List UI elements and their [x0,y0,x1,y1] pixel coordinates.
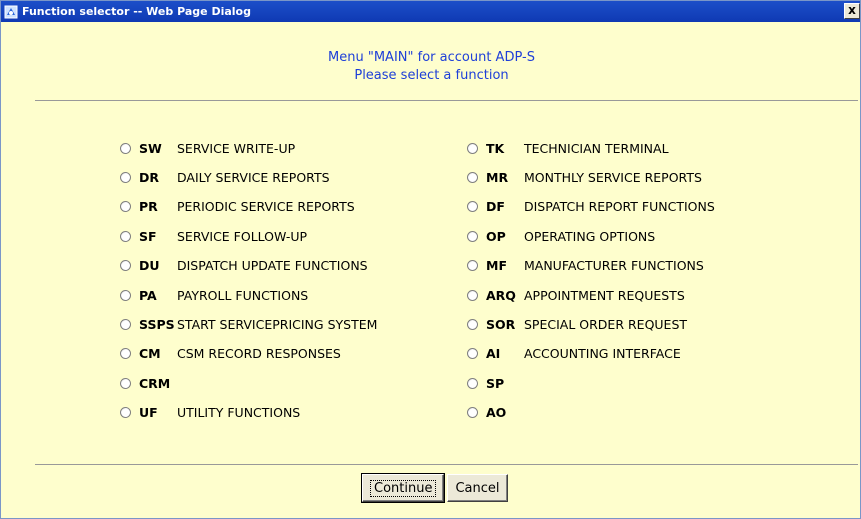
function-code: PR [139,199,158,215]
ie-page-icon [4,5,18,18]
function-label: START SERVICEPRICING SYSTEM [177,316,378,332]
function-label: SERVICE FOLLOW-UP [177,228,308,244]
function-label: SERVICE WRITE-UP [177,140,296,156]
function-code: MF [486,258,507,274]
menu-instruction: Please select a function [354,68,509,83]
function-option-tk[interactable]: TK TECHNICIAN TERMINAL [467,138,669,158]
function-option-arq[interactable]: ARQ APPOINTMENT REQUESTS [467,285,685,305]
radio-button[interactable] [467,348,478,360]
function-label: MONTHLY SERVICE REPORTS [524,169,702,185]
radio-button[interactable] [467,171,478,183]
function-code: CRM [139,375,171,391]
radio-button[interactable] [467,377,478,389]
radio-button[interactable] [120,348,131,360]
function-code: OP [486,228,506,244]
function-code: TK [486,140,505,156]
function-label: MANUFACTURER FUNCTIONS [524,258,704,274]
function-code: SOR [486,316,516,332]
function-option-op[interactable]: OP OPERATING OPTIONS [467,226,655,246]
continue-button-label: Continue [370,479,437,497]
function-label: SPECIAL ORDER REQUEST [524,316,688,332]
menu-header: Menu "MAIN" for account ADP-S Please sel… [1,49,860,85]
radio-button[interactable] [120,377,131,389]
top-divider [35,100,858,101]
radio-button[interactable] [467,289,478,301]
function-label: CSM RECORD RESPONSES [177,346,341,362]
function-code: UF [139,405,158,421]
close-button[interactable]: x [844,3,860,19]
function-option-ai[interactable]: AI ACCOUNTING INTERFACE [467,344,681,364]
function-option-mr[interactable]: MR MONTHLY SERVICE REPORTS [467,167,702,187]
function-option-pa[interactable]: PA PAYROLL FUNCTIONS [120,285,308,305]
function-option-dr[interactable]: DR DAILY SERVICE REPORTS [120,167,330,187]
bottom-divider [35,464,858,465]
function-label: DAILY SERVICE REPORTS [177,169,330,185]
function-label: DISPATCH REPORT FUNCTIONS [524,199,715,215]
function-option-uf[interactable]: UF UTILITY FUNCTIONS [120,403,300,423]
function-option-sp[interactable]: SP [467,373,524,393]
close-icon: x [848,3,856,17]
function-code: PA [139,287,157,303]
radio-button[interactable] [467,201,478,213]
radio-button[interactable] [120,230,131,242]
window-title: Function selector -- Web Page Dialog [22,5,251,18]
dialog-window: Function selector -- Web Page Dialog x M… [0,0,861,519]
radio-button[interactable] [120,142,131,154]
cancel-button[interactable]: Cancel [447,474,508,502]
radio-button[interactable] [120,171,131,183]
function-code: SSPS [139,316,175,332]
radio-button[interactable] [120,201,131,213]
radio-button[interactable] [120,260,131,272]
radio-button[interactable] [467,318,478,330]
function-code: DU [139,258,160,274]
function-option-ao[interactable]: AO [467,403,524,423]
function-label: ACCOUNTING INTERFACE [524,346,681,362]
function-option-sw[interactable]: SW SERVICE WRITE-UP [120,138,295,158]
function-code: DF [486,199,505,215]
function-code: CM [139,346,161,362]
function-label: APPOINTMENT REQUESTS [524,287,685,303]
radio-button[interactable] [120,407,131,419]
function-code: AO [486,405,507,421]
radio-button[interactable] [120,318,131,330]
function-label: PERIODIC SERVICE REPORTS [177,199,355,215]
radio-button[interactable] [467,260,478,272]
function-option-sor[interactable]: SOR SPECIAL ORDER REQUEST [467,314,687,334]
function-code: AI [486,346,501,362]
continue-button[interactable]: Continue [360,473,446,503]
function-code: ARQ [486,287,516,303]
function-option-sf[interactable]: SF SERVICE FOLLOW-UP [120,226,307,246]
function-code: SP [486,375,505,391]
function-option-pr[interactable]: PR PERIODIC SERVICE REPORTS [120,197,355,217]
radio-button[interactable] [467,142,478,154]
radio-button[interactable] [467,407,478,419]
radio-button[interactable] [120,289,131,301]
function-option-du[interactable]: DU DISPATCH UPDATE FUNCTIONS [120,256,368,276]
title-bar[interactable]: Function selector -- Web Page Dialog x [1,1,860,22]
radio-button[interactable] [467,230,478,242]
function-code: DR [139,169,160,185]
function-option-crm[interactable]: CRM [120,373,177,393]
function-option-mf[interactable]: MF MANUFACTURER FUNCTIONS [467,256,704,276]
function-option-cm[interactable]: CM CSM RECORD RESPONSES [120,344,341,364]
function-code: MR [486,169,509,185]
function-option-df[interactable]: DF DISPATCH REPORT FUNCTIONS [467,197,715,217]
function-label: OPERATING OPTIONS [524,228,656,244]
function-label: DISPATCH UPDATE FUNCTIONS [177,258,368,274]
function-code: SF [139,228,157,244]
button-bar: Continue Cancel [360,473,508,503]
function-code: SW [139,140,162,156]
function-label: PAYROLL FUNCTIONS [177,287,309,303]
function-label: TECHNICIAN TERMINAL [524,140,669,156]
menu-title: Menu "MAIN" for account ADP-S [328,50,535,65]
function-label: UTILITY FUNCTIONS [177,405,301,421]
function-option-ssps[interactable]: SSPS START SERVICEPRICING SYSTEM [120,314,377,334]
